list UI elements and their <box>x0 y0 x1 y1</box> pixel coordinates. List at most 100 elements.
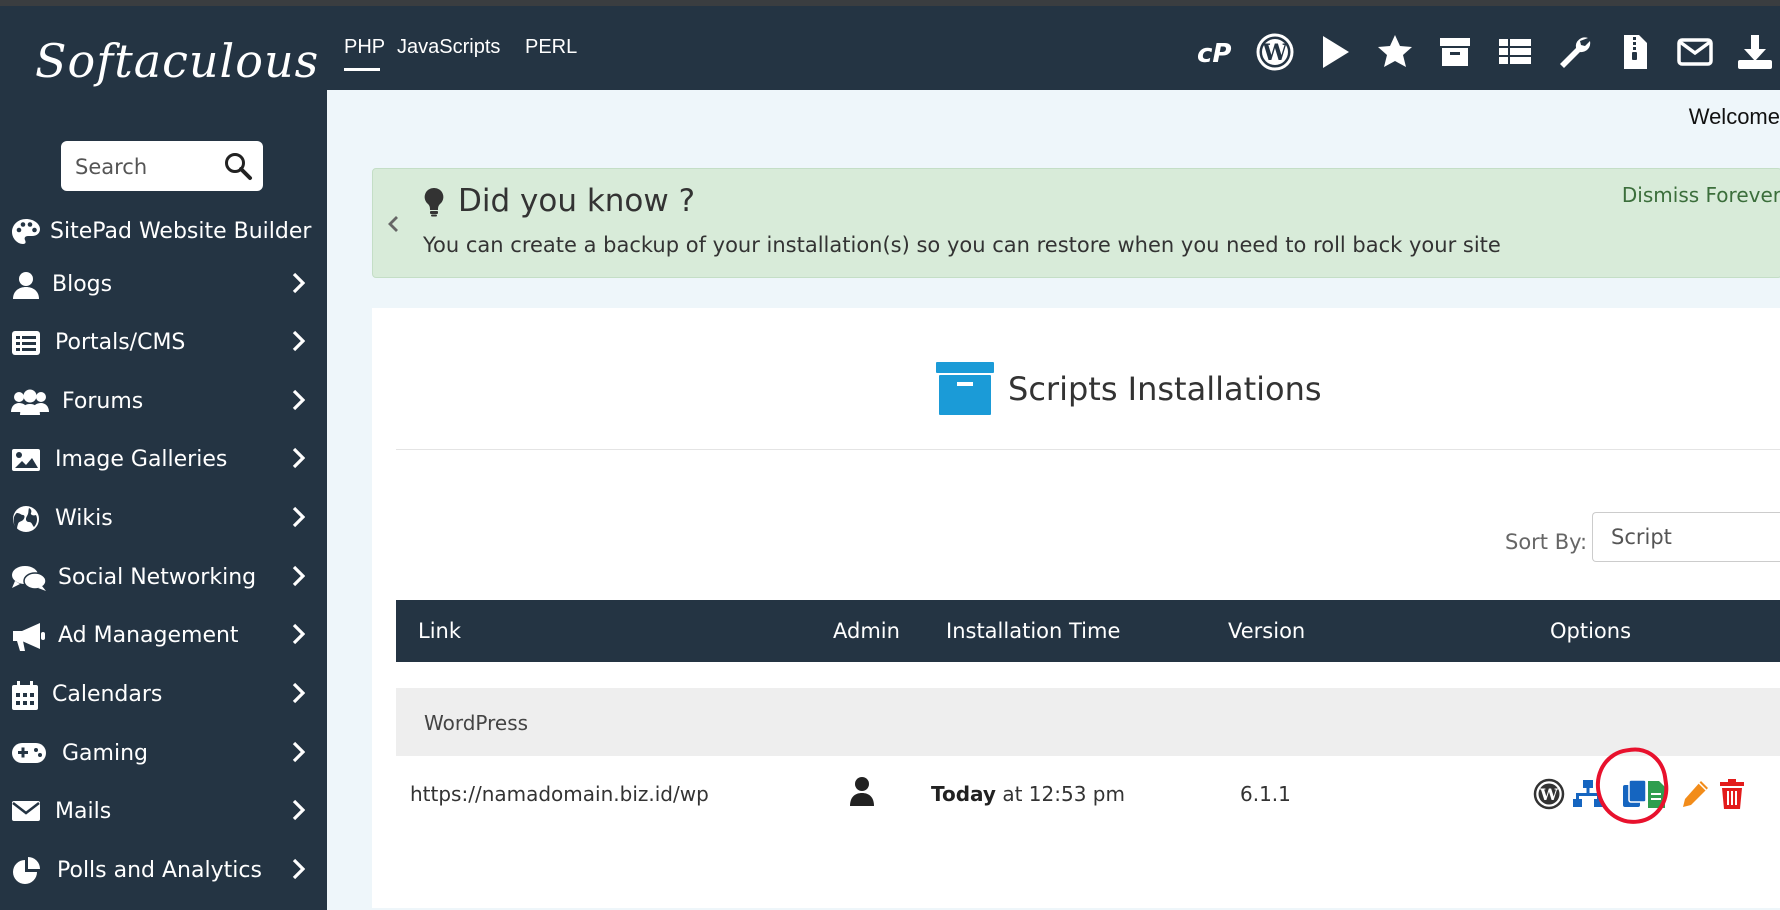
gamepad-icon <box>11 740 47 768</box>
edit-pencil-icon[interactable] <box>1679 778 1711 810</box>
user-icon <box>11 271 43 299</box>
calendar-icon <box>11 681 43 710</box>
sidebar-item-forums[interactable]: Forums <box>0 377 327 427</box>
sidebar-item-social-networking[interactable]: Social Networking <box>0 553 327 603</box>
chevron-right-icon <box>291 682 306 708</box>
dismiss-forever-link[interactable]: Dismiss Forever <box>1622 183 1780 207</box>
column-admin: Admin <box>833 619 900 643</box>
search-box[interactable] <box>61 141 263 191</box>
column-installation-time: Installation Time <box>946 619 1121 643</box>
sidebar-item-ad-management[interactable]: Ad Management <box>0 611 327 661</box>
sidebar-item-sitepad[interactable]: SitePad Website Builder <box>0 207 327 257</box>
svg-text:W: W <box>1539 785 1559 804</box>
did-you-know-panel: Did you know ? You can create a backup o… <box>372 168 1780 278</box>
welcome-text: Welcome <box>1688 104 1780 129</box>
table-list-icon[interactable] <box>1495 32 1535 72</box>
chevron-left-icon[interactable] <box>387 215 399 237</box>
tip-title: Did you know ? <box>458 183 696 219</box>
chevron-right-icon <box>291 330 306 356</box>
main-content: Welcome Did you know ? You can create a … <box>327 90 1780 910</box>
section-title: Scripts Installations <box>1008 370 1322 408</box>
sort-by-value: Script <box>1611 525 1672 549</box>
chevron-right-icon <box>291 272 306 298</box>
sidebar-item-label: Blogs <box>52 272 113 297</box>
chevron-right-icon <box>291 623 306 649</box>
sidebar-item-label: Polls and Analytics <box>57 858 262 883</box>
palette-icon <box>11 218 43 246</box>
wordpress-manager-icon[interactable]: W <box>1533 778 1565 810</box>
sidebar-item-blogs[interactable]: Blogs <box>0 260 327 310</box>
scripts-installations-card: Scripts Installations Sort By: Script Li… <box>372 308 1780 908</box>
sidebar-item-polls-analytics[interactable]: Polls and Analytics <box>0 846 327 896</box>
archive-icon <box>935 360 995 420</box>
file-zip-icon[interactable] <box>1615 32 1655 72</box>
chevron-right-icon <box>291 506 306 532</box>
comments-icon <box>11 564 47 592</box>
wordpress-icon[interactable]: W <box>1255 32 1295 72</box>
sidebar-item-label: Mails <box>55 799 112 824</box>
installation-link[interactable]: https://namadomain.biz.id/wp <box>410 782 709 806</box>
installation-time-rest: at 12:53 pm <box>995 782 1125 806</box>
sidebar-item-label: Gaming <box>62 741 148 766</box>
installation-time-day: Today <box>931 782 996 806</box>
tab-javascripts[interactable]: JavaScripts <box>397 36 500 59</box>
installation-version: 6.1.1 <box>1240 782 1291 806</box>
svg-text:cP: cP <box>1197 39 1231 69</box>
section-divider <box>396 449 1780 450</box>
wrench-icon[interactable] <box>1555 32 1595 72</box>
table-header: Link Admin Installation Time Version Opt… <box>396 600 1780 662</box>
search-input[interactable] <box>73 151 217 183</box>
users-icon <box>11 388 49 416</box>
image-icon <box>11 446 43 474</box>
chevron-right-icon <box>291 741 306 767</box>
column-version: Version <box>1228 619 1306 643</box>
lightbulb-icon <box>423 187 445 221</box>
sort-by-label: Sort By: <box>1505 530 1588 554</box>
sidebar-item-image-galleries[interactable]: Image Galleries <box>0 435 327 485</box>
sidebar-item-label: Social Networking <box>58 565 257 590</box>
group-row: WordPress <box>396 688 1780 756</box>
sidebar-item-wikis[interactable]: Wikis <box>0 494 327 544</box>
pie-chart-icon <box>11 857 43 885</box>
list-icon <box>11 329 43 357</box>
column-options: Options <box>1550 619 1632 643</box>
sidebar-item-label: Portals/CMS <box>55 330 186 355</box>
sidebar-item-calendars[interactable]: Calendars <box>0 670 327 720</box>
sort-by-select[interactable]: Script <box>1592 512 1780 562</box>
installation-time: Today at 12:53 pm <box>931 782 1125 806</box>
active-tab-indicator <box>344 68 380 71</box>
envelope-icon <box>11 798 43 826</box>
download-icon[interactable] <box>1735 32 1775 72</box>
group-name: WordPress <box>424 711 529 735</box>
sidebar-item-label: Forums <box>62 389 144 414</box>
sidebar-item-gaming[interactable]: Gaming <box>0 729 327 779</box>
chevron-right-icon <box>291 447 306 473</box>
sidebar-item-label: Ad Management <box>58 623 239 648</box>
chevron-right-icon <box>291 389 306 415</box>
delete-trash-icon[interactable] <box>1718 778 1750 810</box>
tip-message: You can create a backup of your installa… <box>423 233 1501 257</box>
tab-perl[interactable]: PERL <box>525 36 577 59</box>
sidebar-item-label: Calendars <box>52 682 163 707</box>
sidebar-item-label: Wikis <box>55 506 113 531</box>
chevron-right-icon <box>291 858 306 884</box>
chevron-right-icon <box>291 799 306 825</box>
sidebar-item-label: SitePad Website Builder <box>50 219 312 244</box>
softaculous-logo[interactable]: Softaculous <box>35 34 319 88</box>
envelope-icon[interactable] <box>1675 32 1715 72</box>
sidebar-item-mails[interactable]: Mails <box>0 787 327 837</box>
archive-icon[interactable] <box>1435 32 1475 72</box>
svg-text:W: W <box>1262 40 1288 66</box>
globe-icon <box>11 505 43 533</box>
chevron-right-icon <box>291 565 306 591</box>
cpanel-icon[interactable]: cP <box>1195 32 1235 72</box>
column-link: Link <box>418 619 462 643</box>
sidebar-item-label: Image Galleries <box>55 447 228 472</box>
search-icon[interactable] <box>223 151 253 185</box>
sidebar-item-portals-cms[interactable]: Portals/CMS <box>0 318 327 368</box>
admin-user-icon[interactable] <box>849 776 875 811</box>
play-icon[interactable] <box>1315 32 1355 72</box>
top-navbar: PHP JavaScripts PERL cP W <box>327 6 1780 90</box>
star-icon[interactable] <box>1375 32 1415 72</box>
tab-php[interactable]: PHP <box>344 36 385 59</box>
